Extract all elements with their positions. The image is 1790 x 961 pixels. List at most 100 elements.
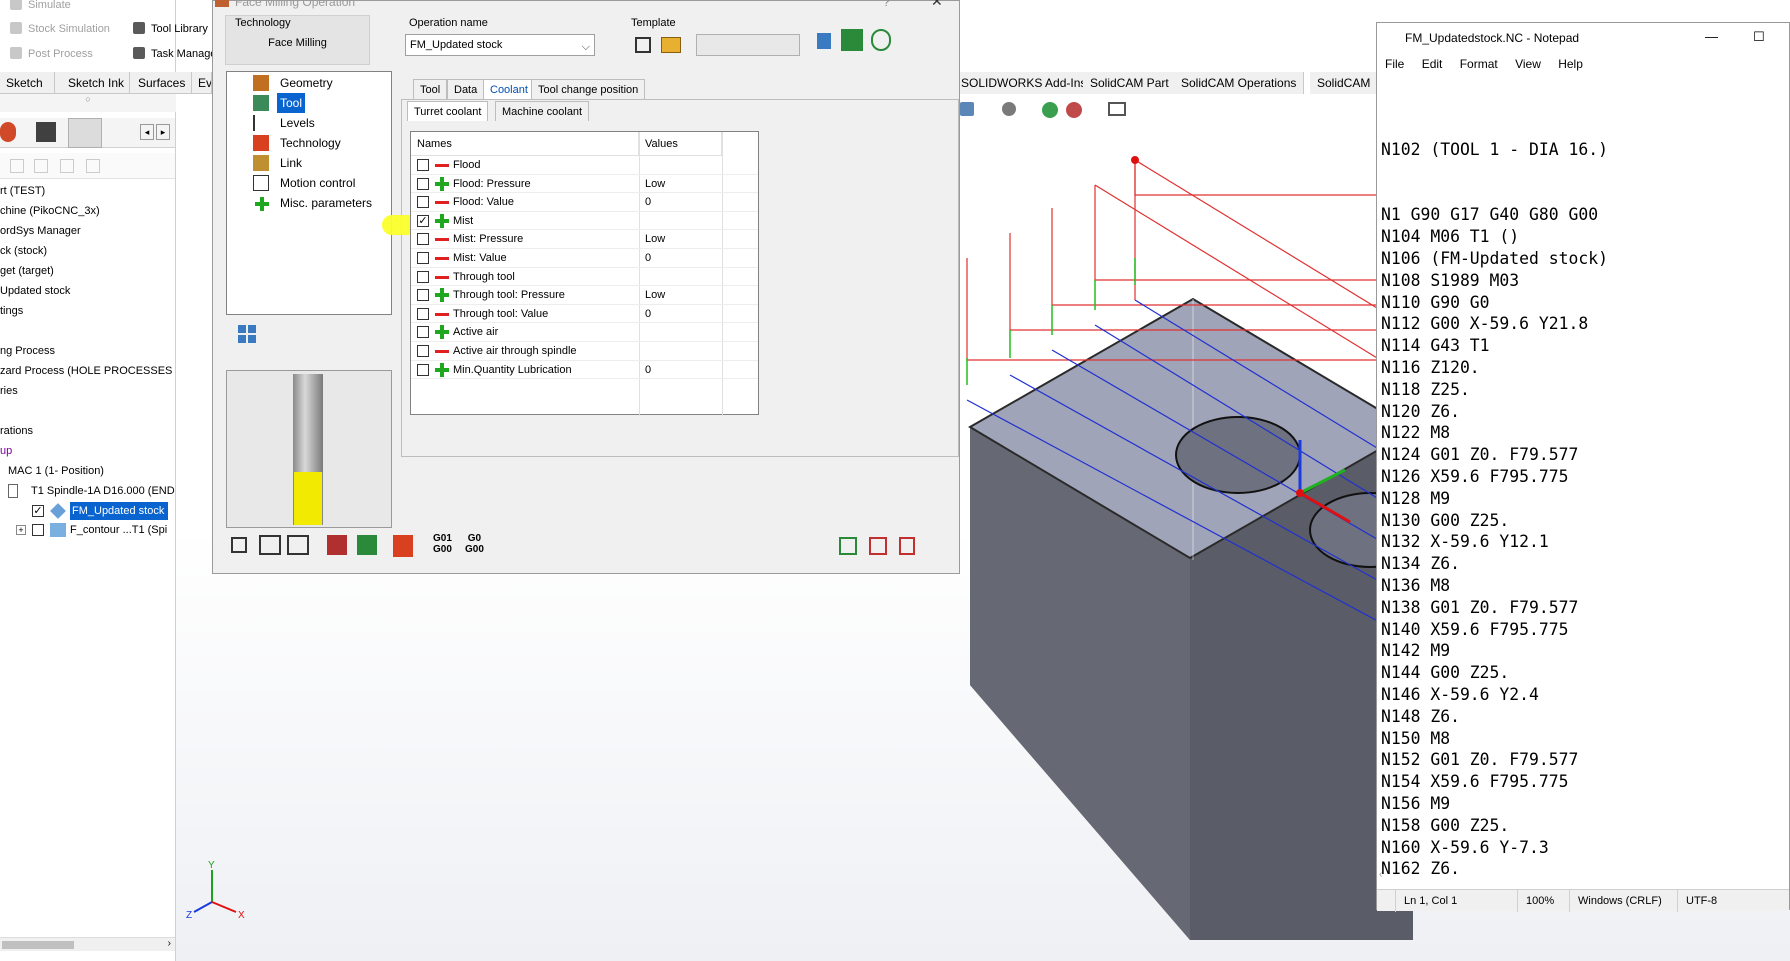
menu-edit[interactable]: Edit <box>1422 57 1443 71</box>
gcode-generate-button[interactable]: G01 G00 <box>433 533 452 555</box>
technology-db-icon[interactable] <box>393 535 413 557</box>
tree-expand-plus-icon[interactable]: + <box>16 525 26 535</box>
tree-item-coordsys[interactable]: ordSys Manager <box>0 222 175 240</box>
coolant-checkbox[interactable] <box>417 233 429 246</box>
tree-item-wizard-process[interactable]: zard Process (HOLE PROCESSES - SC <box>0 362 175 380</box>
info-icon[interactable] <box>817 33 831 49</box>
coolant-value[interactable]: Low <box>645 286 665 305</box>
coolant-row[interactable]: ✓ Mist <box>411 212 758 231</box>
tree-expand-icon[interactable] <box>8 484 18 498</box>
coolant-value[interactable]: Low <box>645 175 665 194</box>
minimize-button[interactable]: — <box>1705 29 1718 44</box>
nav-tool[interactable]: Tool <box>277 93 306 113</box>
save-icon[interactable] <box>34 159 48 173</box>
simulate-icon[interactable] <box>327 535 347 555</box>
tree-item-settings[interactable]: tings <box>0 302 175 320</box>
tree-item-machine[interactable]: chine (PikoCNC_3x) <box>0 202 175 220</box>
tab-evaluate[interactable]: Eva <box>192 72 212 94</box>
nav-geometry[interactable]: Geometry <box>277 73 336 93</box>
maximize-button[interactable]: ☐ <box>1753 29 1765 45</box>
coolant-row[interactable]: Flood <box>411 156 758 175</box>
menu-view[interactable]: View <box>1515 57 1541 71</box>
tool-icon[interactable] <box>36 122 56 142</box>
coolant-row[interactable]: Mist: Value 0 <box>411 249 758 268</box>
help-icon[interactable]: ? <box>883 0 890 9</box>
coolant-row[interactable]: Active air through spindle <box>411 342 758 361</box>
coolant-checkbox[interactable] <box>417 345 429 357</box>
coolant-row[interactable]: Flood: Value 0 <box>411 193 758 212</box>
nav-technology[interactable]: Technology <box>277 133 344 153</box>
save-template-icon[interactable] <box>635 37 651 53</box>
export-icon[interactable] <box>869 537 887 555</box>
tree-item-machining-process[interactable]: ng Process <box>0 342 175 360</box>
operation-checkbox[interactable]: ✓ <box>32 505 44 517</box>
menu-file[interactable]: File <box>1385 57 1404 71</box>
panel-grip[interactable]: ○ <box>0 94 176 112</box>
tab-solidcam-part[interactable]: SolidCAM Part <box>1083 72 1177 94</box>
feature-manager-icon[interactable] <box>0 122 16 142</box>
coolant-row[interactable]: Through tool: Value 0 <box>411 305 758 324</box>
coolant-value[interactable]: 0 <box>645 305 651 324</box>
coolant-row[interactable]: Active air <box>411 323 758 342</box>
appearance-icon[interactable] <box>1042 102 1058 118</box>
tree-item-part[interactable]: rt (TEST) <box>0 182 175 200</box>
subtab-machine-coolant[interactable]: Machine coolant <box>495 101 590 121</box>
nav-motion-control[interactable]: Motion control <box>277 173 358 193</box>
nav-misc-parameters[interactable]: Misc. parameters <box>277 193 375 213</box>
coolant-checkbox[interactable] <box>417 196 429 209</box>
coolant-checkbox[interactable]: ✓ <box>417 214 429 227</box>
tab-coolant[interactable]: Coolant <box>483 79 535 99</box>
coolant-checkbox[interactable] <box>417 289 429 302</box>
scene-icon[interactable] <box>1066 102 1082 118</box>
menu-help[interactable]: Help <box>1558 57 1583 71</box>
tree-item-mac1[interactable]: MAC 1 (1- Position) <box>0 462 175 480</box>
coolant-row[interactable]: Min.Quantity Lubrication 0 <box>411 361 758 380</box>
tab-sketch[interactable]: Sketch <box>0 72 55 94</box>
coolant-value[interactable]: Low <box>645 230 665 249</box>
nav-link[interactable]: Link <box>277 153 305 173</box>
monitor-icon[interactable] <box>1108 102 1126 116</box>
coolant-row[interactable]: Through tool <box>411 268 758 287</box>
coolant-checkbox[interactable] <box>417 363 429 376</box>
tab-solidcam[interactable]: SolidCAM <box>1310 72 1379 94</box>
grid-view-icon[interactable] <box>238 325 256 343</box>
calculate-icon[interactable] <box>357 535 377 555</box>
menu-format[interactable]: Format <box>1460 57 1498 71</box>
view-orientation-icon[interactable] <box>960 102 974 116</box>
operation-name-combo[interactable]: FM_Updated stock ⌵ <box>405 34 595 56</box>
display-style-icon[interactable] <box>1002 102 1016 116</box>
gcode-simulate-button[interactable]: G0 G00 <box>465 533 484 555</box>
tab-tool[interactable]: Tool <box>413 79 448 99</box>
solidcam-manager-tab[interactable] <box>68 118 102 148</box>
tab-solidcam-operations[interactable]: SolidCAM Operations <box>1174 72 1305 94</box>
tree-item-stock[interactable]: ck (stock) <box>0 242 175 260</box>
tab-solidworks-addins[interactable]: SOLIDWORKS Add-Ins <box>954 72 1095 94</box>
save-calculate-button[interactable] <box>287 535 309 555</box>
close-icon[interactable]: ✕ <box>931 0 943 10</box>
edit-icon[interactable] <box>86 159 100 173</box>
stock-simulation-command[interactable]: Stock Simulation <box>10 20 110 38</box>
tool-search-icon[interactable] <box>871 29 891 51</box>
new-icon[interactable] <box>10 159 24 173</box>
subtab-turret-coolant[interactable]: Turret coolant <box>407 101 489 121</box>
tab-surfaces[interactable]: Surfaces <box>132 72 192 94</box>
tree-item-fm-updated-stock[interactable]: FM_Updated stock ... <box>70 502 168 520</box>
coolant-checkbox[interactable] <box>417 307 429 320</box>
panel-horizontal-scrollbar[interactable]: › <box>0 937 175 951</box>
save-calculate-icon[interactable] <box>841 29 863 51</box>
notepad-hscrollbar[interactable]: ‹ <box>1379 869 1789 883</box>
insert-icon[interactable] <box>839 537 857 555</box>
tree-item-geometries[interactable]: ries <box>0 382 175 400</box>
tree-item-setup[interactable]: up <box>0 442 175 460</box>
coolant-row[interactable]: Mist: Pressure Low <box>411 230 758 249</box>
task-manager-command[interactable]: Task Manager <box>133 45 220 63</box>
template-field[interactable] <box>696 34 800 56</box>
open-folder-icon[interactable] <box>661 37 681 53</box>
tab-data[interactable]: Data <box>447 79 485 99</box>
coolant-value[interactable]: 0 <box>645 361 651 380</box>
tree-item-target[interactable]: get (target) <box>0 262 175 280</box>
post-process-command[interactable]: Post Process <box>10 45 93 63</box>
save-exit-icon[interactable] <box>259 535 281 555</box>
simulate-command[interactable]: Simulate <box>10 0 71 14</box>
exit-icon[interactable] <box>899 537 915 555</box>
